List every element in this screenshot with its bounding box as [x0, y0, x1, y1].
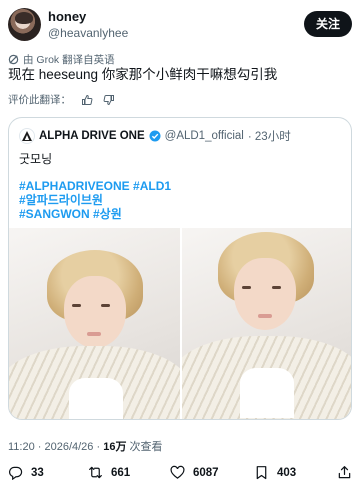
like-count: 6087 [193, 466, 219, 479]
thumbs-down-icon[interactable] [103, 94, 115, 106]
bookmark-button[interactable]: 403 [254, 465, 296, 480]
display-name[interactable]: honey [48, 9, 86, 24]
quoted-text: 굿모닝 [19, 152, 53, 166]
quoted-post[interactable]: ALPHA DRIVE ONE @ALD1_official · 23小时 굿모… [8, 117, 352, 420]
share-button[interactable] [337, 465, 352, 480]
translation-note-text: 由 Grok 翻译自英语 [23, 54, 115, 66]
view-count: 16万 [103, 441, 127, 453]
reply-count: 33 [31, 466, 44, 479]
follow-button[interactable]: 关注 [303, 11, 352, 37]
heart-icon [170, 465, 185, 479]
repost-count: 661 [111, 466, 131, 479]
action-bar: 33 661 6087 403 [8, 465, 352, 485]
translation-note: 由 Grok 翻译自英语 [8, 52, 115, 67]
verified-badge-icon [149, 130, 161, 142]
like-button[interactable]: 6087 [170, 465, 219, 480]
share-icon [338, 466, 351, 479]
hashtag-line[interactable]: #SANGWON #상원 [19, 207, 171, 221]
post-timestamp[interactable]: 11:20 · 2026/4/26 · [8, 441, 103, 453]
views-label: 次查看 [126, 441, 163, 453]
quoted-time: · 23小时 [247, 131, 291, 143]
grok-icon [8, 54, 19, 65]
thumbs-up-icon[interactable] [81, 94, 93, 106]
reply-icon [9, 466, 23, 480]
bookmark-icon [256, 466, 267, 480]
hashtag-line[interactable]: #ALPHADRIVEONE #ALD1 [19, 179, 171, 193]
user-handle[interactable]: @heavanlyhee [48, 26, 128, 40]
avatar[interactable] [8, 8, 41, 41]
photo-left[interactable] [9, 228, 180, 419]
bookmark-count: 403 [277, 466, 297, 479]
post-text: 现在 heeseung 你家那个小鲜肉干嘛想勾引我 [8, 67, 278, 82]
quoted-handle: @ALD1_official [164, 130, 244, 142]
rate-translation-label: 评价此翻译： [8, 94, 71, 106]
alpha-drive-one-logo[interactable] [19, 128, 35, 144]
hashtags: #ALPHADRIVEONE #ALD1 #알파드라이브원 #SANGWON #… [19, 179, 171, 221]
reply-button[interactable]: 33 [8, 465, 44, 480]
post-header: honey @heavanlyhee 关注 [8, 8, 352, 44]
rate-translation: 评价此翻译： [8, 92, 115, 107]
repost-button[interactable]: 661 [88, 465, 130, 480]
quoted-post-header: ALPHA DRIVE ONE @ALD1_official · 23小时 [19, 128, 291, 144]
quoted-display-name: ALPHA DRIVE ONE [39, 130, 145, 142]
repost-icon [89, 466, 102, 479]
hashtag-line[interactable]: #알파드라이브원 [19, 193, 171, 207]
post-meta: 11:20 · 2026/4/26 · 16万 次查看 [8, 438, 163, 454]
photo-right[interactable] [182, 228, 351, 419]
